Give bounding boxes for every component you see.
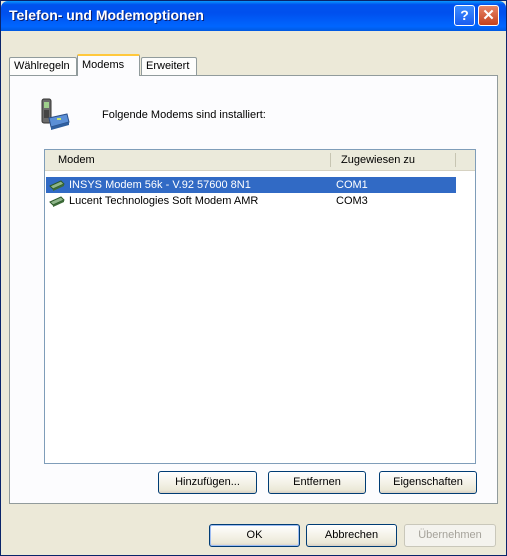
window-title: Telefon- und Modemoptionen	[9, 7, 204, 23]
apply-button[interactable]: Übernehmen	[404, 524, 496, 547]
list-header: Modem Zugewiesen zu	[45, 150, 475, 171]
modem-name: Lucent Technologies Soft Modem AMR	[69, 195, 259, 207]
installed-modems-label: Folgende Modems sind installiert:	[102, 109, 266, 121]
cancel-button[interactable]: Abbrechen	[306, 524, 397, 547]
tab-modems[interactable]: Modems	[77, 54, 140, 76]
properties-button[interactable]: Eigenschaften	[379, 471, 477, 494]
title-bar[interactable]: Telefon- und Modemoptionen ? ✕	[1, 1, 506, 31]
dialog-window: Telefon- und Modemoptionen ? ✕ Wählregel…	[0, 0, 507, 556]
column-header-assigned-to[interactable]: Zugewiesen zu	[336, 150, 456, 170]
modem-icon	[49, 196, 65, 207]
ok-button[interactable]: OK	[209, 524, 300, 547]
list-item[interactable]: Lucent Technologies Soft Modem AMR COM3	[46, 193, 456, 209]
close-button[interactable]: ✕	[478, 5, 499, 26]
modem-name: INSYS Modem 56k - V.92 57600 8N1	[69, 179, 251, 191]
column-divider[interactable]	[330, 153, 331, 167]
help-button[interactable]: ?	[454, 5, 475, 26]
tab-dialing-rules[interactable]: Wählregeln	[9, 57, 77, 75]
column-divider[interactable]	[455, 153, 456, 167]
column-header-modem[interactable]: Modem	[53, 150, 333, 170]
modem-icon	[49, 180, 65, 191]
modem-list[interactable]: Modem Zugewiesen zu INSYS Modem 56k - V.…	[44, 149, 476, 464]
phone-modem-icon	[41, 98, 70, 130]
add-button[interactable]: Hinzufügen...	[158, 471, 257, 494]
modem-port: COM3	[336, 195, 368, 207]
modem-port: COM1	[336, 179, 368, 191]
remove-button[interactable]: Entfernen	[268, 471, 366, 494]
list-item[interactable]: INSYS Modem 56k - V.92 57600 8N1 COM1	[46, 177, 456, 193]
tab-advanced[interactable]: Erweitert	[141, 57, 197, 75]
